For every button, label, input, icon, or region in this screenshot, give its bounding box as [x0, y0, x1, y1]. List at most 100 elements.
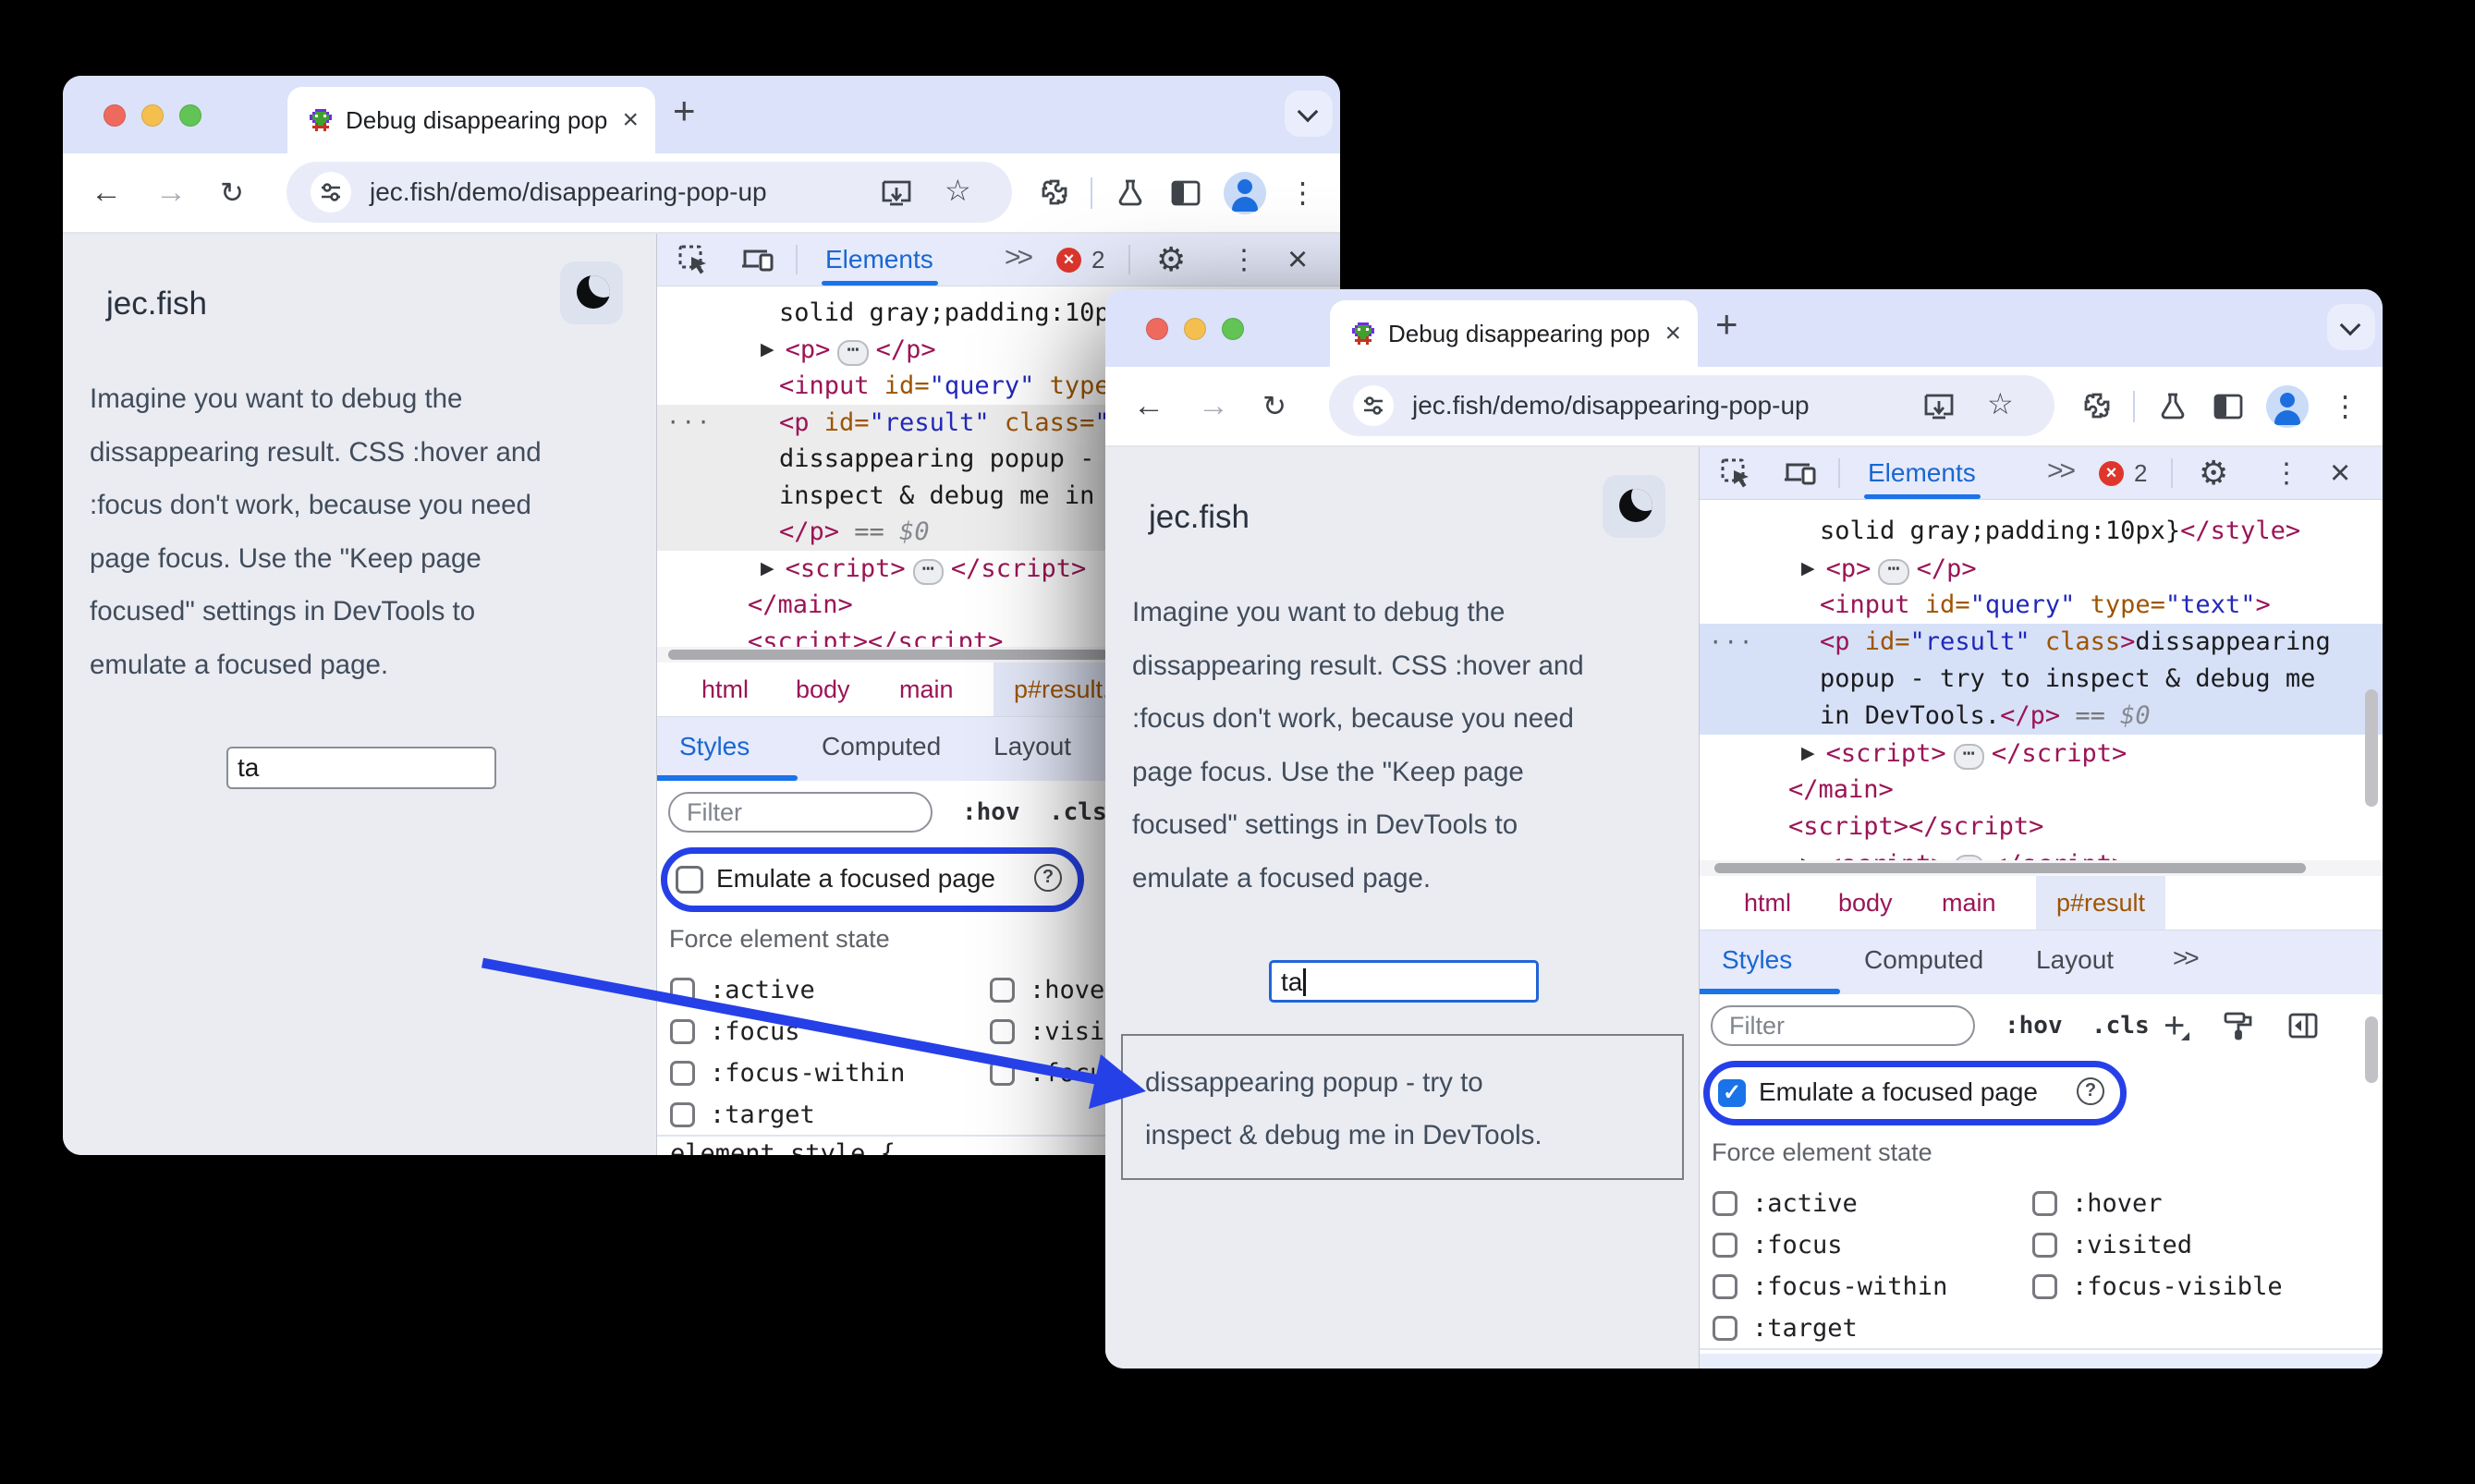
scrollbar-thumb[interactable] [668, 650, 1108, 660]
back-button[interactable]: ← [91, 153, 122, 232]
breadcrumb-body[interactable]: body [1838, 876, 1893, 930]
code-line[interactable]: solid gray;padding:10px}</style> [1700, 513, 2383, 550]
device-toolbar-icon[interactable] [740, 234, 775, 286]
filter-input[interactable]: Filter [668, 792, 933, 833]
extensions-icon[interactable] [2081, 367, 2113, 445]
error-badge-icon[interactable]: × [1056, 248, 1081, 273]
tab-computed[interactable]: Computed [1864, 931, 1983, 990]
inspect-element-icon[interactable] [1720, 447, 1751, 499]
tab-computed[interactable]: Computed [822, 717, 941, 776]
tab-close-icon[interactable]: × [622, 106, 639, 134]
settings-gear-icon[interactable]: ⚙ [2199, 447, 2228, 499]
code-line[interactable]: ▶ <script> ⋯ </script> [1700, 735, 2383, 772]
state-checkbox[interactable] [1713, 1316, 1737, 1341]
settings-gear-icon[interactable]: ⚙ [1156, 234, 1186, 286]
bookmark-star-icon[interactable]: ☆ [945, 173, 971, 208]
profile-avatar[interactable] [2266, 367, 2309, 445]
row-more-actions-icon[interactable]: ··· [666, 405, 712, 442]
breadcrumb-html[interactable]: html [701, 663, 749, 716]
dock-sidebar-icon[interactable] [2287, 994, 2319, 1057]
minimize-window-button[interactable] [1184, 318, 1206, 340]
profile-avatar[interactable] [1224, 153, 1266, 232]
error-badge-icon[interactable]: × [2099, 461, 2124, 486]
query-input-focused[interactable]: ta [1269, 960, 1539, 1003]
collapsed-children-icon[interactable]: ⋯ [912, 558, 944, 585]
breadcrumb-main[interactable]: main [1942, 876, 1996, 930]
state-checkbox[interactable] [990, 1061, 1015, 1086]
browser-menu-icon[interactable]: ⋮ [2331, 367, 2359, 445]
zoom-window-button[interactable] [1222, 318, 1244, 340]
row-more-actions-icon[interactable]: ··· [1709, 624, 1754, 661]
query-input[interactable]: ta [226, 747, 496, 789]
help-icon[interactable]: ? [1034, 864, 1062, 892]
code-line[interactable]: popup - try to inspect & debug me [1700, 661, 2383, 698]
state-checkbox[interactable] [670, 1102, 695, 1127]
forward-button[interactable]: → [1198, 367, 1229, 445]
address-bar[interactable]: jec.fish/demo/disappearing-pop-up ☆ [1329, 375, 2054, 436]
bookmark-star-icon[interactable]: ☆ [1987, 386, 2014, 421]
expand-arrow-icon[interactable]: ▶ [1801, 558, 1815, 578]
extensions-icon[interactable] [1039, 153, 1070, 232]
tab-layout[interactable]: Layout [994, 717, 1071, 776]
forward-button[interactable]: → [155, 153, 187, 232]
zoom-window-button[interactable] [179, 104, 201, 127]
install-download-icon[interactable] [1922, 390, 1956, 423]
devtools-close-icon[interactable]: × [2330, 447, 2350, 499]
code-line[interactable]: in DevTools.</p> == $0 [1700, 698, 2383, 735]
collapsed-children-icon[interactable]: ⋯ [1953, 744, 1984, 770]
tab-elements[interactable]: Elements [1868, 447, 1976, 499]
collapsed-children-icon[interactable]: ⋯ [1878, 559, 1909, 585]
more-panels-icon[interactable]: >> [2047, 447, 2076, 499]
expand-arrow-icon[interactable]: ▶ [761, 339, 774, 359]
emulate-focused-page-checkbox[interactable] [676, 866, 703, 894]
state-checkbox[interactable] [990, 978, 1015, 1003]
inspect-element-icon[interactable] [677, 234, 709, 286]
browser-tab[interactable]: Debug disappearing pop up × [287, 87, 655, 153]
devtools-close-icon[interactable]: × [1287, 234, 1308, 286]
reload-button[interactable]: ↻ [1262, 367, 1286, 445]
state-checkbox[interactable] [990, 1019, 1015, 1044]
vertical-scrollbar-thumb[interactable] [2365, 1016, 2378, 1083]
close-window-button[interactable] [104, 104, 126, 127]
tab-elements[interactable]: Elements [825, 234, 933, 286]
dark-mode-toggle[interactable] [560, 262, 623, 324]
device-toolbar-icon[interactable] [1783, 447, 1818, 499]
tab-search-button[interactable] [2327, 304, 2375, 350]
state-checkbox[interactable] [1713, 1191, 1737, 1216]
more-tabs-icon[interactable]: >> [2173, 931, 2200, 990]
site-settings-icon[interactable] [311, 172, 351, 213]
state-checkbox[interactable] [670, 1019, 695, 1044]
breadcrumb-html[interactable]: html [1744, 876, 1791, 930]
tab-close-icon[interactable]: × [1664, 320, 1681, 347]
minimize-window-button[interactable] [141, 104, 164, 127]
new-tab-button[interactable]: + [1715, 302, 1738, 347]
toggle-cls-button[interactable]: .cls [2091, 994, 2150, 1057]
browser-tab[interactable]: Debug disappearing pop up × [1330, 300, 1698, 367]
code-line[interactable]: ▶ <p> ⋯ </p> [1700, 550, 2383, 587]
tab-search-button[interactable] [1285, 91, 1333, 137]
state-checkbox[interactable] [1713, 1233, 1737, 1258]
install-download-icon[interactable] [880, 176, 913, 210]
collapsed-children-icon[interactable]: ⋯ [837, 339, 869, 366]
code-line[interactable]: ··· <p id="result" class>dissappearing [1700, 624, 2383, 661]
side-panel-icon[interactable] [1170, 153, 1201, 232]
tab-styles[interactable]: Styles [679, 717, 750, 776]
experiments-flask-icon[interactable] [1115, 153, 1146, 232]
state-checkbox[interactable] [670, 1061, 695, 1086]
address-bar[interactable]: jec.fish/demo/disappearing-pop-up ☆ [287, 162, 1012, 223]
code-line[interactable]: <input id="query" type="text"> [1700, 587, 2383, 624]
elements-tree[interactable]: solid gray;padding:10px}</style>▶<p>⋯</p… [1700, 500, 2383, 873]
code-line[interactable]: </main> [1700, 772, 2383, 809]
emulate-focused-page-checkbox[interactable]: ✓ [1718, 1079, 1746, 1107]
horizontal-scrollbar[interactable] [1700, 860, 2383, 876]
breadcrumb-main[interactable]: main [899, 663, 954, 716]
experiments-flask-icon[interactable] [2157, 367, 2188, 445]
back-button[interactable]: ← [1133, 367, 1164, 445]
state-checkbox[interactable] [2032, 1233, 2057, 1258]
state-checkbox[interactable] [1713, 1274, 1737, 1299]
state-checkbox[interactable] [2032, 1191, 2057, 1216]
paint-roller-icon[interactable] [2223, 994, 2254, 1057]
tab-styles[interactable]: Styles [1722, 931, 1792, 990]
side-panel-icon[interactable] [2213, 367, 2244, 445]
browser-menu-icon[interactable]: ⋮ [1288, 153, 1317, 232]
